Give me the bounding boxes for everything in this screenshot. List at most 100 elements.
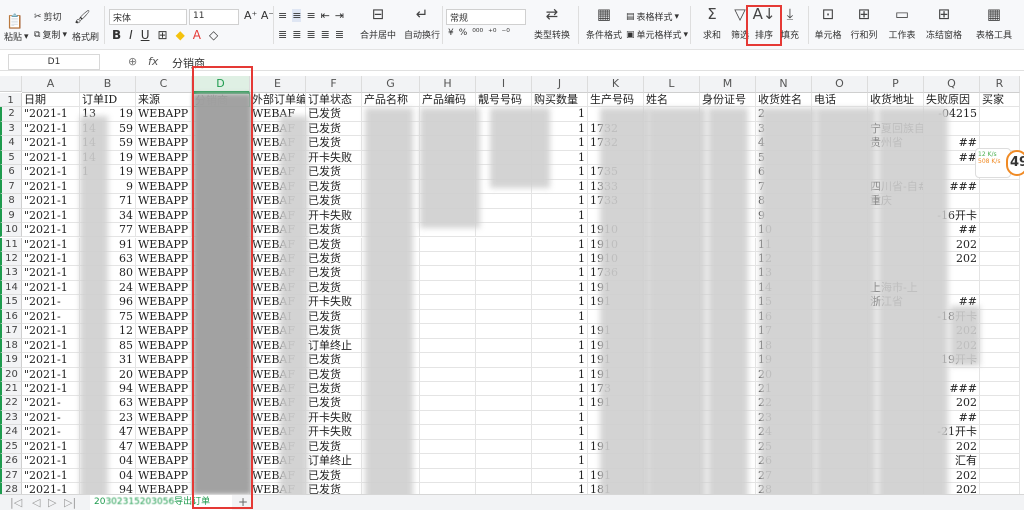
- table-cell[interactable]: [476, 468, 532, 484]
- table-cell[interactable]: [980, 410, 1020, 426]
- table-style-button[interactable]: ▤ 表格样式 ▾: [626, 10, 679, 24]
- number-buttons[interactable]: ¥% ⁰⁰⁰ ⁺⁰ ⁻⁰: [448, 28, 510, 38]
- header-cell[interactable]: 订单ID: [80, 93, 136, 108]
- table-cell[interactable]: WEBAPP: [136, 324, 192, 339]
- name-box[interactable]: D1: [8, 54, 100, 70]
- header-cell[interactable]: 产品编码: [420, 93, 476, 108]
- table-cell[interactable]: [476, 251, 532, 267]
- row-header[interactable]: 15: [0, 295, 22, 310]
- table-cell[interactable]: [476, 439, 532, 455]
- table-cell[interactable]: [980, 454, 1020, 469]
- table-cell[interactable]: 1: [532, 194, 588, 209]
- table-cell[interactable]: [476, 382, 532, 397]
- font-color-icon[interactable]: A: [193, 28, 201, 42]
- row-header[interactable]: 22: [0, 396, 22, 411]
- row-header[interactable]: 1: [0, 93, 22, 108]
- table-cell[interactable]: WEBAPP: [136, 165, 192, 180]
- column-header-j[interactable]: J: [532, 76, 588, 93]
- row-header[interactable]: 11: [0, 237, 22, 252]
- table-tools-button[interactable]: ▦ 表格工具: [972, 4, 1016, 48]
- column-header-b[interactable]: B: [80, 76, 136, 93]
- number-format-select[interactable]: 常规: [446, 9, 526, 25]
- font-grow-button[interactable]: A⁺ A⁻: [244, 9, 274, 22]
- row-header[interactable]: 3: [0, 121, 22, 137]
- outdent-icon[interactable]: ⇥: [335, 9, 344, 22]
- table-cell[interactable]: [980, 382, 1020, 397]
- column-header-r[interactable]: R: [980, 76, 1020, 93]
- table-cell[interactable]: "2021-1: [22, 150, 80, 166]
- distribute-icon[interactable]: ≣: [335, 28, 344, 41]
- header-cell[interactable]: 收货姓名: [756, 93, 812, 108]
- table-cell[interactable]: 已发货: [306, 396, 362, 411]
- merge-center-button[interactable]: ⊟ 合并居中: [356, 4, 400, 48]
- table-cell[interactable]: 已发货: [306, 367, 362, 382]
- header-cell[interactable]: 收货地址: [868, 93, 924, 108]
- table-cell[interactable]: "2021-: [22, 396, 80, 411]
- row-header[interactable]: 21: [0, 382, 22, 397]
- table-cell[interactable]: "2021-1: [22, 107, 80, 122]
- worksheet-button[interactable]: ▭ 工作表: [880, 4, 924, 48]
- header-cell[interactable]: 订单状态: [306, 93, 362, 108]
- header-cell[interactable]: 产品名称: [362, 93, 420, 108]
- row-header[interactable]: 27: [0, 468, 22, 484]
- table-cell[interactable]: "2021-1: [22, 208, 80, 224]
- percent-icon[interactable]: %: [459, 28, 468, 38]
- table-cell[interactable]: [420, 468, 476, 484]
- table-cell[interactable]: [476, 353, 532, 368]
- table-cell[interactable]: 已发货: [306, 237, 362, 252]
- row-header[interactable]: 2: [0, 107, 22, 122]
- table-cell[interactable]: WEBAPP: [136, 251, 192, 267]
- align-right-icon[interactable]: ≣: [306, 28, 315, 41]
- table-cell[interactable]: [420, 396, 476, 411]
- table-cell[interactable]: [476, 367, 532, 382]
- table-cell[interactable]: WEBAPP: [136, 107, 192, 122]
- row-header[interactable]: 12: [0, 251, 22, 267]
- row-header[interactable]: 4: [0, 136, 22, 151]
- column-header-f[interactable]: F: [306, 76, 362, 93]
- column-header-o[interactable]: O: [812, 76, 868, 93]
- cell-style-button[interactable]: ▣ 单元格样式 ▾: [626, 28, 688, 42]
- table-cell[interactable]: "2021-: [22, 295, 80, 310]
- table-cell[interactable]: [476, 309, 532, 325]
- table-cell[interactable]: "2021-1: [22, 237, 80, 252]
- column-header-m[interactable]: M: [700, 76, 756, 93]
- table-cell[interactable]: [980, 468, 1020, 484]
- table-cell[interactable]: 1: [532, 280, 588, 296]
- table-cell[interactable]: [420, 237, 476, 252]
- table-cell[interactable]: 1: [532, 237, 588, 252]
- table-cell[interactable]: [980, 396, 1020, 411]
- table-cell[interactable]: "2021-1: [22, 367, 80, 382]
- table-cell[interactable]: WEBAPP: [136, 136, 192, 151]
- table-cell[interactable]: WEBAPP: [136, 237, 192, 252]
- table-cell[interactable]: 已发货: [306, 194, 362, 209]
- zoom-icon[interactable]: ⊕: [128, 55, 137, 68]
- row-header[interactable]: 17: [0, 324, 22, 339]
- table-cell[interactable]: [980, 367, 1020, 382]
- type-convert-button[interactable]: ⇄ 类型转换: [530, 4, 574, 48]
- table-cell[interactable]: [980, 237, 1020, 252]
- table-cell[interactable]: [420, 353, 476, 368]
- table-cell[interactable]: 1: [532, 439, 588, 455]
- table-cell[interactable]: [980, 309, 1020, 325]
- table-cell[interactable]: "2021-: [22, 410, 80, 426]
- table-cell[interactable]: WEBAPP: [136, 425, 192, 440]
- paste-label[interactable]: 粘贴 ▾: [4, 30, 29, 44]
- align-h-group[interactable]: ≣ ≣ ≣ ≣ ≣: [278, 28, 344, 41]
- table-cell[interactable]: 1: [532, 266, 588, 281]
- row-header[interactable]: 25: [0, 439, 22, 455]
- column-header-p[interactable]: P: [868, 76, 924, 93]
- table-cell[interactable]: WEBAPP: [136, 382, 192, 397]
- table-cell[interactable]: [420, 454, 476, 469]
- table-cell[interactable]: [980, 266, 1020, 281]
- table-cell[interactable]: [420, 367, 476, 382]
- table-cell[interactable]: 已发货: [306, 353, 362, 368]
- table-cell[interactable]: WEBAPP: [136, 223, 192, 238]
- column-header-n[interactable]: N: [756, 76, 812, 93]
- header-cell[interactable]: 生产号码: [588, 93, 644, 108]
- table-cell[interactable]: "2021-1: [22, 338, 80, 354]
- table-cell[interactable]: "2021-1: [22, 439, 80, 455]
- table-cell[interactable]: [980, 251, 1020, 267]
- row-header[interactable]: 16: [0, 309, 22, 325]
- cut-button[interactable]: ✂ 剪切: [34, 10, 62, 24]
- column-header-l[interactable]: L: [644, 76, 700, 93]
